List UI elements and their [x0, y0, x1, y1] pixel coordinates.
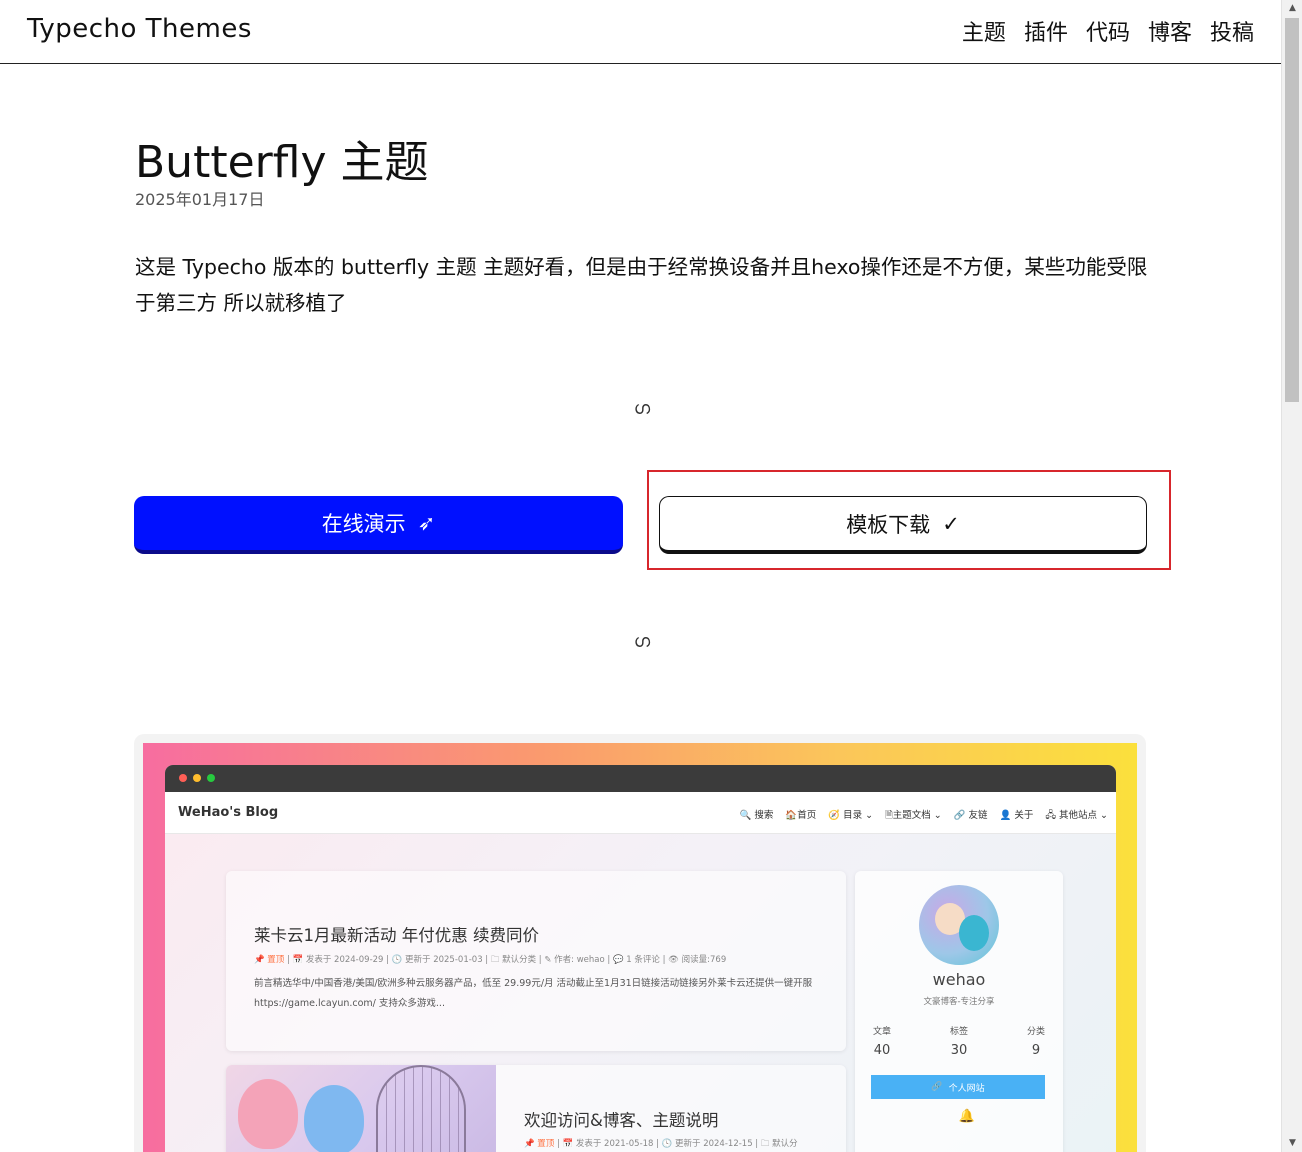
template-download-label: 模板下载 — [846, 512, 931, 537]
live-demo-button[interactable]: 在线演示 ➶ — [134, 496, 623, 554]
nav-item-plugins[interactable]: 插件 — [1024, 15, 1068, 47]
preview-post-meta-text: | 📅 发表于 2024-09-29 | 🕓 更新于 2025-01-03 | … — [287, 955, 727, 965]
maximize-dot-icon — [207, 774, 215, 782]
preview-post-title: 莱卡云1月最新活动 年付优惠 续费同价 — [254, 926, 539, 945]
scrollbar-thumb[interactable] — [1285, 18, 1299, 402]
preview-menu-other-sites: 🖧 其他站点 ⌄ — [1045, 810, 1108, 821]
stat-value: 30 — [950, 1043, 968, 1058]
preview-post-meta-text: | 📅 发表于 2021-05-18 | 🕓 更新于 2024-12-15 | … — [557, 1139, 798, 1149]
preview-menu-about: 👤 关于 — [999, 810, 1034, 821]
gopher-mascot-illustration — [959, 915, 989, 951]
anime-character-illustration — [304, 1085, 364, 1152]
preview-menu-home: 🏠首页 — [785, 810, 817, 821]
nav-item-blog[interactable]: 博客 — [1148, 15, 1192, 47]
nav-item-submit[interactable]: 投稿 — [1210, 15, 1254, 47]
preview-post-cover-image — [226, 1065, 496, 1152]
preview-blog-navbar: WeHao's Blog 🔍 搜索 🏠首页 🧭 目录 ⌄ 🗎主题文档 ⌄ 🔗 友… — [165, 792, 1116, 834]
anime-character-illustration — [238, 1079, 298, 1149]
template-download-button[interactable]: 模板下载 ✓ — [659, 496, 1147, 554]
live-demo-label: 在线演示 — [321, 512, 406, 536]
profile-subtitle: 文豪博客-专注分享 — [923, 997, 995, 1007]
personal-site-label: 个人网站 — [948, 1083, 985, 1094]
browser-title-bar — [165, 765, 1116, 792]
top-navbar: Typecho Themes 主题 插件 代码 博客 投稿 — [0, 0, 1281, 64]
checkmark-icon: ✓ — [942, 511, 960, 536]
stat-value: 40 — [873, 1043, 891, 1058]
preview-menu-search: 🔍 搜索 — [739, 810, 774, 821]
page-title: Butterfly 主题 — [135, 137, 429, 188]
stat-label: 标签 — [949, 1027, 968, 1037]
theme-preview-image: WeHao's Blog 🔍 搜索 🏠首页 🧭 目录 ⌄ 🗎主题文档 ⌄ 🔗 友… — [134, 734, 1146, 1152]
preview-post-excerpt: 前言精选华中/中国香港/美国/欧洲多种云服务器产品，低至 29.99元/月 活动… — [254, 978, 813, 1009]
qq-icon: 🔔 — [958, 1109, 976, 1124]
stat-label: 文章 — [873, 1027, 892, 1037]
profile-social-links: 🔔 — [855, 1109, 1063, 1124]
scroll-down-icon[interactable]: ▼ — [1282, 1135, 1302, 1152]
profile-stats: 文章 40 标签 30 分类 9 — [873, 1024, 1045, 1058]
pinned-badge: 📌 置顶 — [254, 955, 285, 965]
section-divider-icon: ഗ — [633, 398, 651, 419]
personal-site-button: 🔗 个人网站 — [871, 1075, 1045, 1099]
preview-browser-window: WeHao's Blog 🔍 搜索 🏠首页 🧭 目录 ⌄ 🗎主题文档 ⌄ 🔗 友… — [165, 765, 1116, 1152]
preview-menu-links: 🔗 友链 — [953, 810, 988, 821]
vertical-scrollbar[interactable]: ▲ ▼ — [1281, 0, 1302, 1152]
preview-post-meta: 📌 置顶 | 📅 发表于 2024-09-29 | 🕓 更新于 2025-01-… — [254, 953, 726, 968]
rocket-icon: ➶ — [417, 511, 436, 535]
preview-post-card: 欢迎访问&博客、主题说明 📌 置顶 | 📅 发表于 2021-05-18 | 🕓… — [226, 1065, 846, 1152]
preview-gradient-background: WeHao's Blog 🔍 搜索 🏠首页 🧭 目录 ⌄ 🗎主题文档 ⌄ 🔗 友… — [143, 743, 1137, 1152]
stat-tags: 标签 30 — [950, 1024, 968, 1058]
profile-name: wehao — [932, 970, 986, 989]
preview-menu-catalog: 🧭 目录 ⌄ — [828, 810, 874, 821]
preview-profile-card: wehao 文豪博客-专注分享 文章 40 标签 30 分类 9 🔗 个人网站 … — [855, 871, 1063, 1152]
stat-value: 9 — [1031, 1043, 1041, 1058]
preview-post-meta: 📌 置顶 | 📅 发表于 2021-05-18 | 🕓 更新于 2024-12-… — [524, 1137, 798, 1152]
stat-label: 分类 — [1026, 1027, 1045, 1037]
site-brand[interactable]: Typecho Themes — [27, 14, 252, 44]
close-dot-icon — [179, 774, 187, 782]
preview-post-card: 莱卡云1月最新活动 年付优惠 续费同价 📌 置顶 | 📅 发表于 2024-09… — [226, 871, 846, 1051]
nav-item-code[interactable]: 代码 — [1086, 15, 1130, 47]
scroll-up-icon[interactable]: ▲ — [1282, 0, 1302, 17]
article-description: 这是 Typecho 版本的 butterfly 主题 主题好看，但是由于经常换… — [135, 255, 1148, 315]
minimize-dot-icon — [193, 774, 201, 782]
preview-menu-docs: 🗎主题文档 ⌄ — [885, 810, 942, 821]
nav-item-themes[interactable]: 主题 — [962, 15, 1006, 47]
preview-blog-menu: 🔍 搜索 🏠首页 🧭 目录 ⌄ 🗎主题文档 ⌄ 🔗 友链 👤 关于 🖧 其他站点… — [740, 807, 1108, 824]
preview-post-title: 欢迎访问&博客、主题说明 — [524, 1111, 719, 1130]
section-divider-icon: ഗ — [633, 631, 651, 652]
publish-date: 2025年01月17日 — [135, 190, 265, 209]
birdcage-illustration — [376, 1065, 466, 1152]
stat-categories: 分类 9 — [1027, 1024, 1045, 1058]
link-icon: 🔗 — [931, 1082, 943, 1092]
main-nav: 主题 插件 代码 博客 投稿 — [962, 15, 1254, 47]
pinned-badge: 📌 置顶 — [524, 1139, 555, 1149]
preview-blog-name: WeHao's Blog — [178, 805, 279, 820]
stat-articles: 文章 40 — [873, 1024, 891, 1058]
avatar — [919, 885, 999, 965]
